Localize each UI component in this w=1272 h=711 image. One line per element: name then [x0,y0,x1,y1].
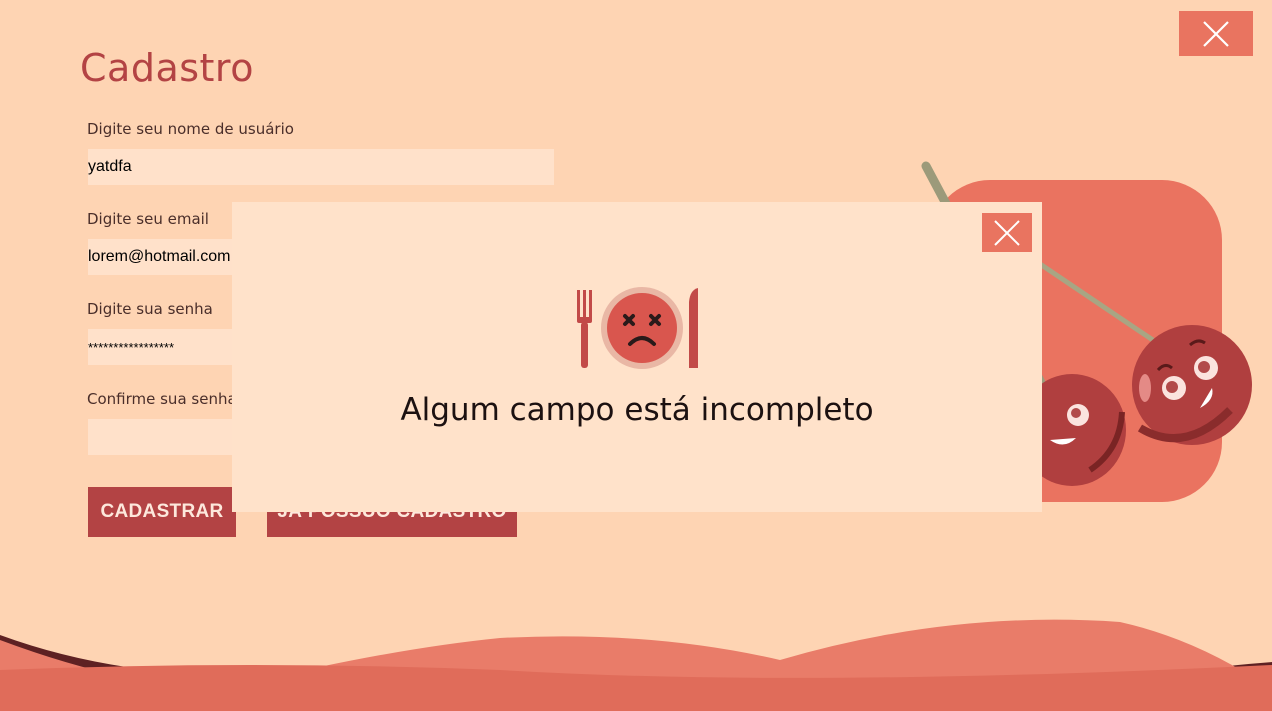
close-icon [994,219,1020,246]
modal-close-button[interactable] [982,213,1032,252]
app-close-button[interactable] [1179,11,1253,56]
page-title: Cadastro [80,46,254,90]
username-label: Digite seu nome de usuário [87,120,294,138]
register-button[interactable]: CADASTRAR [88,487,236,537]
username-input[interactable] [88,149,554,185]
modal-message: Algum campo está incompleto [400,392,874,428]
error-modal: Algum campo está incompleto [232,202,1042,512]
email-label: Digite seu email [87,210,209,228]
confirm-password-label: Confirme sua senha [87,390,237,408]
password-label: Digite sua senha [87,300,213,318]
sad-plate-icon [577,287,698,369]
close-icon [1203,20,1229,47]
bottom-waves [0,619,1272,711]
